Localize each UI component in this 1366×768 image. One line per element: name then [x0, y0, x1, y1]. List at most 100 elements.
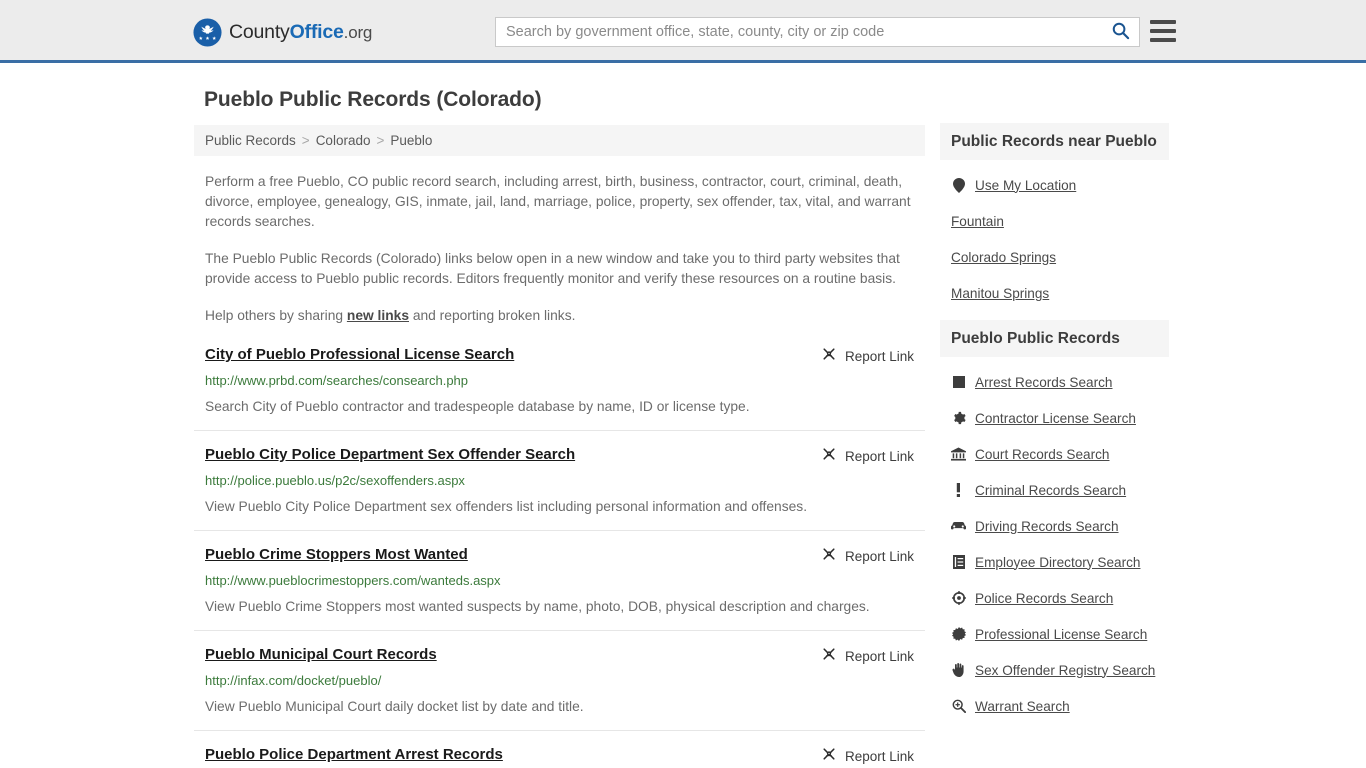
- hand-icon: [951, 663, 966, 677]
- panel-pueblo-public-records: Pueblo Public Records Arrest Records Sea…: [940, 320, 1169, 724]
- exclamation-icon: [951, 483, 966, 497]
- result-item: Pueblo Police Department Arrest Records …: [194, 745, 925, 768]
- result-title-link[interactable]: Pueblo Police Department Arrest Records: [205, 745, 503, 765]
- sidebar: Public Records near Pueblo Use My Locati…: [940, 123, 1169, 724]
- breadcrumb-item-colorado[interactable]: Colorado: [316, 133, 371, 148]
- sidebar-item-label: Fountain: [951, 213, 1004, 229]
- sidebar-item-professional-license-search[interactable]: Professional License Search: [951, 616, 1169, 652]
- report-link-label: Report Link: [844, 649, 914, 664]
- sidebar-item-label: Driving Records Search: [975, 518, 1119, 534]
- hamburger-bar: [1150, 38, 1176, 42]
- breadcrumb-separator: >: [376, 133, 385, 148]
- hamburger-bar: [1150, 20, 1176, 24]
- sidebar-item-court-records-search[interactable]: Court Records Search: [951, 436, 1169, 472]
- panel-spacer: [940, 311, 1169, 320]
- sidebar-item-label: Arrest Records Search: [975, 374, 1113, 390]
- intro-text-before: Help others by sharing: [205, 308, 347, 323]
- panel-title: Public Records near Pueblo: [940, 123, 1169, 160]
- sidebar-item-label: Warrant Search: [975, 698, 1070, 714]
- sidebar-item-label: Manitou Springs: [951, 285, 1050, 301]
- result-url: http://www.pueblocrimestoppers.com/wante…: [205, 573, 501, 588]
- report-link-label: Report Link: [844, 349, 914, 364]
- sidebar-item-label: Contractor License Search: [975, 410, 1136, 426]
- result-header: Pueblo Municipal Court Records Report Li…: [205, 645, 914, 667]
- result-url: http://www.prbd.com/searches/consearch.p…: [205, 373, 469, 388]
- sidebar-item-label: Professional License Search: [975, 626, 1148, 642]
- result-header: Pueblo Police Department Arrest Records …: [205, 745, 914, 767]
- intro-paragraph-2: The Pueblo Public Records (Colorado) lin…: [205, 251, 900, 286]
- sidebar-item-label: Colorado Springs: [951, 249, 1057, 265]
- result-title-link[interactable]: City of Pueblo Professional License Sear…: [205, 345, 514, 365]
- sidebar-item-manitou-springs[interactable]: Manitou Springs: [951, 275, 1169, 311]
- breadcrumb-item-public-records[interactable]: Public Records: [205, 133, 296, 148]
- result-description: Search City of Pueblo contractor and tra…: [205, 399, 750, 414]
- hamburger-menu-icon[interactable]: [1150, 20, 1176, 42]
- report-link-label: Report Link: [844, 449, 914, 464]
- sidebar-item-police-records-search[interactable]: Police Records Search: [951, 580, 1169, 616]
- result-url: http://police.pueblo.us/p2c/sexoffenders…: [205, 473, 465, 488]
- panel-title: Pueblo Public Records: [940, 320, 1169, 357]
- breadcrumb-separator: >: [301, 133, 310, 148]
- search-button[interactable]: [1101, 18, 1139, 46]
- map-pin-icon: [951, 177, 966, 193]
- result-description: View Pueblo Crime Stoppers most wanted s…: [205, 599, 870, 614]
- result-url: http://infax.com/docket/pueblo/: [205, 673, 382, 688]
- brand-part-org: .org: [343, 23, 373, 42]
- site-header: CountyOffice.org: [0, 0, 1366, 63]
- magnifier-plus-icon: [951, 699, 966, 713]
- sidebar-item-employee-directory-search[interactable]: Employee Directory Search: [951, 544, 1169, 580]
- square-icon: [951, 376, 966, 388]
- courthouse-icon: [951, 447, 966, 461]
- result-title-link[interactable]: Pueblo Municipal Court Records: [205, 645, 437, 665]
- sidebar-item-label: Use My Location: [975, 177, 1077, 193]
- report-link-button[interactable]: Report Link: [821, 745, 914, 767]
- report-link-button[interactable]: Report Link: [821, 645, 914, 667]
- intro-text-after: and reporting broken links.: [409, 308, 576, 323]
- sidebar-item-colorado-springs[interactable]: Colorado Springs: [951, 239, 1169, 275]
- sidebar-item-sex-offender-registry-search[interactable]: Sex Offender Registry Search: [951, 652, 1169, 688]
- result-title-link[interactable]: Pueblo City Police Department Sex Offend…: [205, 445, 575, 465]
- results-list: City of Pueblo Professional License Sear…: [194, 345, 925, 768]
- hamburger-bar: [1150, 29, 1176, 33]
- result-header: City of Pueblo Professional License Sear…: [205, 345, 914, 367]
- sidebar-item-arrest-records-search[interactable]: Arrest Records Search: [951, 364, 1169, 400]
- sidebar-item-label: Police Records Search: [975, 590, 1114, 606]
- result-item: City of Pueblo Professional License Sear…: [194, 345, 925, 431]
- sidebar-item-label: Sex Offender Registry Search: [975, 662, 1156, 678]
- panel-body: Use My Location Fountain Colorado Spring…: [940, 160, 1169, 311]
- sidebar-item-driving-records-search[interactable]: Driving Records Search: [951, 508, 1169, 544]
- sidebar-item-use-my-location[interactable]: Use My Location: [951, 167, 1169, 203]
- report-link-button[interactable]: Report Link: [821, 345, 914, 367]
- breadcrumb-item-pueblo[interactable]: Pueblo: [390, 133, 432, 148]
- result-description: View Pueblo City Police Department sex o…: [205, 499, 808, 514]
- sidebar-item-warrant-search[interactable]: Warrant Search: [951, 688, 1169, 724]
- result-item: Pueblo Crime Stoppers Most Wanted Report…: [194, 545, 925, 631]
- breadcrumb: Public Records > Colorado > Pueblo: [194, 125, 925, 156]
- sidebar-item-criminal-records-search[interactable]: Criminal Records Search: [951, 472, 1169, 508]
- broken-link-icon: [821, 746, 837, 767]
- sidebar-item-label: Employee Directory Search: [975, 554, 1141, 570]
- result-title-link[interactable]: Pueblo Crime Stoppers Most Wanted: [205, 545, 468, 565]
- brand-part-county: County: [229, 21, 290, 43]
- search-icon: [1111, 21, 1130, 43]
- report-link-button[interactable]: Report Link: [821, 445, 914, 467]
- result-header: Pueblo City Police Department Sex Offend…: [205, 445, 914, 467]
- intro-section: Perform a free Pueblo, CO public record …: [194, 172, 925, 326]
- sidebar-item-contractor-license-search[interactable]: Contractor License Search: [951, 400, 1169, 436]
- panel-public-records-near: Public Records near Pueblo Use My Locati…: [940, 123, 1169, 311]
- brand-part-office: Office: [289, 21, 344, 43]
- sidebar-item-fountain[interactable]: Fountain: [951, 203, 1169, 239]
- result-description: View Pueblo Municipal Court daily docket…: [205, 699, 584, 714]
- badge-icon: [951, 591, 966, 605]
- report-link-button[interactable]: Report Link: [821, 545, 914, 567]
- panel-body: Arrest Records Search Contractor License…: [940, 357, 1169, 724]
- result-item: Pueblo City Police Department Sex Offend…: [194, 445, 925, 531]
- certificate-seal-icon: [951, 627, 966, 641]
- search-bar[interactable]: [495, 17, 1140, 47]
- new-links-link[interactable]: new links: [347, 308, 409, 323]
- report-link-label: Report Link: [844, 749, 914, 764]
- search-input[interactable]: [496, 18, 1101, 46]
- brand-logo-link[interactable]: CountyOffice.org: [193, 18, 372, 47]
- book-icon: [951, 555, 966, 569]
- page-title: Pueblo Public Records (Colorado): [204, 88, 542, 111]
